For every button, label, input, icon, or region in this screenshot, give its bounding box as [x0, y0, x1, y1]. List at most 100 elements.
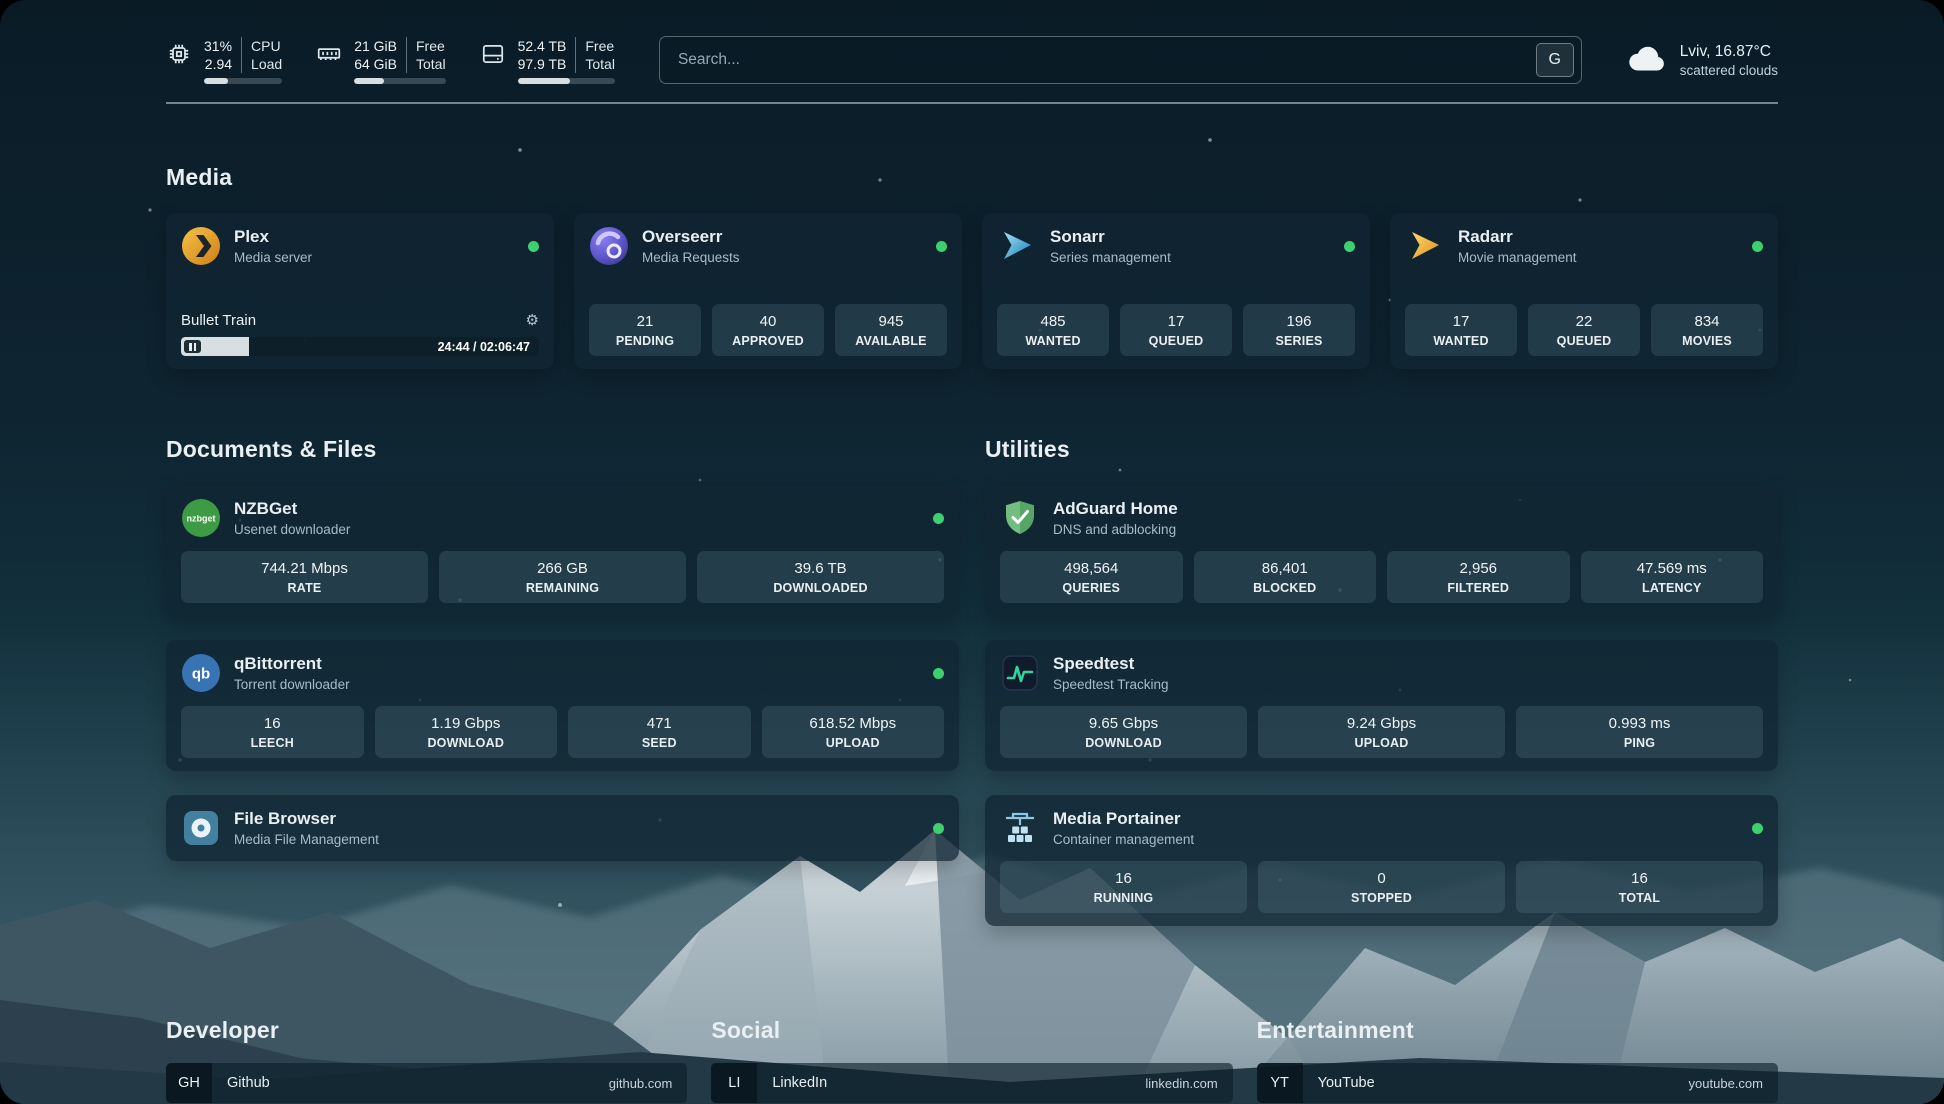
memory-free: 21 GiB — [354, 37, 406, 55]
bookmark-name: LinkedIn — [772, 1075, 827, 1091]
stat-wanted: 485 WANTED — [997, 304, 1109, 356]
disk-widget: 52.4 TB Free 97.9 TB Total — [480, 37, 615, 84]
service-name: qBittorrent — [234, 654, 350, 674]
section-title-social: Social — [711, 1017, 1232, 1044]
stat-value: 196 — [1247, 313, 1351, 330]
bookmark-abbr: LI — [711, 1063, 757, 1103]
cpu-icon — [166, 41, 192, 67]
status-dot — [528, 241, 539, 252]
service-card-overseerr[interactable]: Overseerr Media Requests 21 PENDING 40 A… — [574, 213, 962, 369]
stat-label: DOWNLOAD — [379, 736, 554, 750]
stat-label: MOVIES — [1655, 334, 1759, 348]
service-card-nzbget[interactable]: nzbget NZBGet Usenet downloader 74 — [166, 485, 959, 616]
stat-label: STOPPED — [1262, 891, 1501, 905]
stat-label: TOTAL — [1520, 891, 1759, 905]
stat-remaining: 266 GB REMAINING — [439, 551, 686, 603]
service-subtitle: Speedtest Tracking — [1053, 677, 1169, 692]
topbar-divider — [166, 102, 1778, 104]
status-dot — [1752, 823, 1763, 834]
stat-label: RUNNING — [1004, 891, 1243, 905]
status-dot — [936, 241, 947, 252]
stat-label: RATE — [185, 581, 424, 595]
stat-value: 16 — [185, 715, 360, 732]
stat-approved: 40 APPROVED — [712, 304, 824, 356]
memory-free-label: Free — [406, 37, 446, 55]
stat-download: 1.19 Gbps DOWNLOAD — [375, 706, 558, 758]
playback-time: 24:44 / 02:06:47 — [438, 340, 530, 354]
service-card-filebrowser[interactable]: File Browser Media File Management — [166, 795, 959, 861]
stat-label: APPROVED — [716, 334, 820, 348]
stat-value: 834 — [1655, 313, 1759, 330]
pause-icon[interactable] — [184, 340, 201, 353]
bookmark-name: YouTube — [1318, 1075, 1375, 1091]
stat-download: 9.65 Gbps DOWNLOAD — [1000, 706, 1247, 758]
stat-label: DOWNLOADED — [701, 581, 940, 595]
stat-total: 16 TOTAL — [1516, 861, 1763, 913]
weather-widget[interactable]: Lviv, 16.87°C scattered clouds — [1626, 39, 1778, 81]
stat-label: REMAINING — [443, 581, 682, 595]
search-provider-button[interactable]: G — [1536, 43, 1574, 77]
adguard-icon — [1000, 498, 1040, 538]
stat-filtered: 2,956 FILTERED — [1387, 551, 1570, 603]
service-subtitle: Movie management — [1458, 250, 1577, 265]
service-name: Speedtest — [1053, 654, 1169, 674]
plex-now-playing: Bullet Train ⚙ 24:44 / 02:06:47 — [181, 311, 539, 356]
memory-widget: 21 GiB Free 64 GiB Total — [316, 37, 445, 84]
stat-label: DOWNLOAD — [1004, 736, 1243, 750]
service-card-qbittorrent[interactable]: qb qBittorrent Torrent downloader — [166, 640, 959, 771]
service-card-radarr[interactable]: Radarr Movie management 17 WANTED 22 QUE… — [1390, 213, 1778, 369]
section-media: Plex Media server Bullet Train ⚙ 24:44 /… — [166, 213, 1778, 369]
stat-queued: 17 QUEUED — [1120, 304, 1232, 356]
svg-text:nzbget: nzbget — [187, 514, 216, 524]
bookmark-abbr: YT — [1257, 1063, 1303, 1103]
stat-value: 16 — [1004, 870, 1243, 887]
service-name: NZBGet — [234, 499, 350, 519]
service-card-speedtest[interactable]: Speedtest Speedtest Tracking 9.65 Gbps D… — [985, 640, 1778, 771]
service-card-adguard[interactable]: AdGuard Home DNS and adblocking 498,564 … — [985, 485, 1778, 616]
bookmark-name: Github — [227, 1075, 270, 1091]
status-dot — [933, 513, 944, 524]
service-card-portainer[interactable]: Media Portainer Container management 16 … — [985, 795, 1778, 926]
stat-label: UPLOAD — [1262, 736, 1501, 750]
stat-upload: 618.52 Mbps UPLOAD — [762, 706, 945, 758]
search-input[interactable] — [676, 50, 1528, 70]
stat-label: FILTERED — [1391, 581, 1566, 595]
service-subtitle: Series management — [1050, 250, 1171, 265]
nzbget-icon: nzbget — [181, 498, 221, 538]
memory-icon — [316, 41, 342, 67]
cloud-icon — [1626, 39, 1668, 81]
stat-label: UPLOAD — [766, 736, 941, 750]
stat-label: BLOCKED — [1198, 581, 1373, 595]
section-title-entertainment: Entertainment — [1257, 1017, 1778, 1044]
weather-condition: scattered clouds — [1680, 63, 1778, 78]
stat-value: 17 — [1409, 313, 1513, 330]
service-name: Sonarr — [1050, 227, 1171, 247]
stat-value: 1.19 Gbps — [379, 715, 554, 732]
stat-value: 0.993 ms — [1520, 715, 1759, 732]
bookmark-youtube[interactable]: YT YouTube youtube.com — [1257, 1063, 1778, 1103]
stat-label: QUEUED — [1124, 334, 1228, 348]
stat-latency: 47.569 ms LATENCY — [1581, 551, 1764, 603]
service-subtitle: Media Requests — [642, 250, 740, 265]
playback-progress-bar[interactable]: 24:44 / 02:06:47 — [181, 337, 539, 356]
stat-label: QUEUED — [1532, 334, 1636, 348]
bookmark-group-social: Social LI LinkedIn linkedin.com TW Twitt… — [711, 998, 1232, 1104]
stat-value: 9.24 Gbps — [1262, 715, 1501, 732]
stat-value: 945 — [839, 313, 943, 330]
disk-total-label: Total — [575, 55, 615, 73]
bookmark-linkedin[interactable]: LI LinkedIn linkedin.com — [711, 1063, 1232, 1103]
memory-total: 64 GiB — [354, 55, 406, 73]
service-card-sonarr[interactable]: Sonarr Series management 485 WANTED 17 Q… — [982, 213, 1370, 369]
stat-value: 485 — [1001, 313, 1105, 330]
bookmark-github[interactable]: GH Github github.com — [166, 1063, 687, 1103]
stat-available: 945 AVAILABLE — [835, 304, 947, 356]
section-title-developer: Developer — [166, 1017, 687, 1044]
stat-seed: 471 SEED — [568, 706, 751, 758]
disk-icon — [480, 41, 506, 67]
service-subtitle: Container management — [1053, 832, 1194, 847]
stat-rate: 744.21 Mbps RATE — [181, 551, 428, 603]
service-card-plex[interactable]: Plex Media server Bullet Train ⚙ 24:44 /… — [166, 213, 554, 369]
bookmark-abbr: GH — [166, 1063, 212, 1103]
widget-settings-icon[interactable]: ⚙ — [526, 311, 539, 329]
bookmark-url: linkedin.com — [1145, 1076, 1217, 1091]
